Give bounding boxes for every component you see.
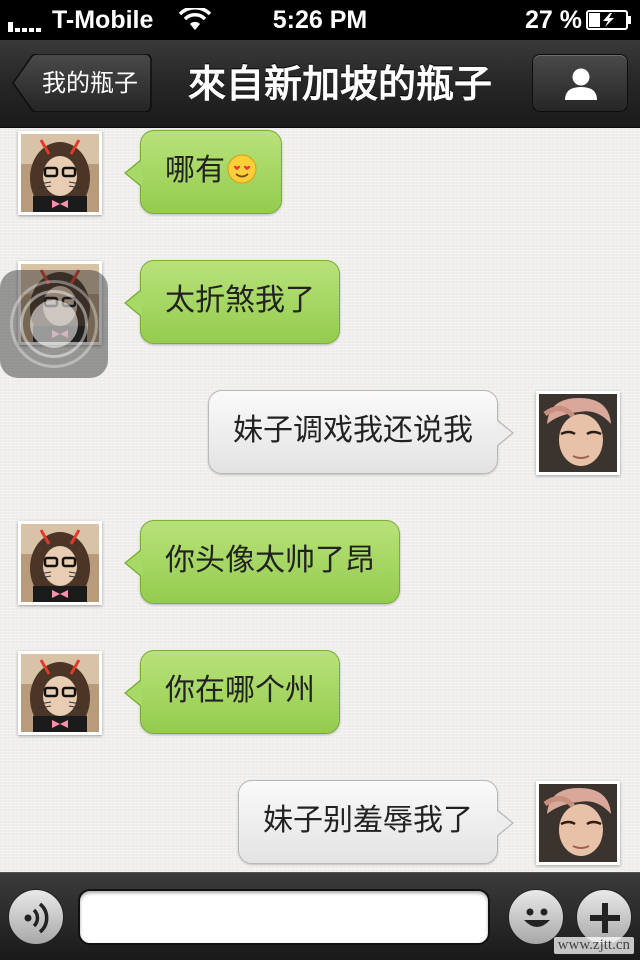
message-input-bar: www.zjtt.cn [0, 872, 640, 960]
message-text-input[interactable] [78, 889, 490, 945]
battery-charging-icon [586, 10, 631, 30]
my-avatar[interactable] [536, 391, 620, 475]
contact-avatar[interactable] [18, 131, 102, 215]
message-bubble-outgoing[interactable]: 妹子调戏我还说我 [208, 390, 514, 474]
voice-button[interactable] [8, 889, 64, 945]
voice-icon [24, 902, 49, 934]
contact-avatar-image [21, 654, 99, 732]
person-icon [565, 68, 597, 100]
back-button[interactable]: 我的瓶子 [12, 54, 152, 112]
profile-button[interactable] [532, 54, 628, 112]
my-avatar-image [539, 784, 617, 862]
my-avatar-image [539, 394, 617, 472]
battery-percentage: 27 % [525, 6, 582, 34]
navigation-bar: 我的瓶子 來自新加坡的瓶子 [0, 40, 640, 128]
message-bubble-incoming[interactable]: 哪有 [124, 130, 282, 214]
message-text: 哪有 [165, 153, 225, 188]
message-text: 你在哪个州 [165, 673, 315, 708]
contact-avatar[interactable] [18, 521, 102, 605]
contact-avatar[interactable] [18, 651, 102, 735]
message-text: 妹子别羞辱我了 [263, 803, 473, 838]
message-text: 妹子调戏我还说我 [233, 413, 473, 448]
assistive-touch-button[interactable] [0, 270, 108, 378]
message-text: 你头像太帅了昂 [165, 543, 375, 578]
back-button-label: 我的瓶子 [42, 69, 138, 97]
chat-message-list[interactable]: 哪有 太折煞我了 妹子调戏我还说我 你头像太帅了昂 你在哪个州 妹子别羞辱我了 [0, 128, 640, 872]
heart-eyes-emoji-icon [227, 154, 257, 183]
message-bubble-incoming[interactable]: 太折煞我了 [124, 260, 340, 344]
message-bubble-incoming[interactable]: 你在哪个州 [124, 650, 340, 734]
page-title: 來自新加坡的瓶子 [187, 62, 492, 106]
contact-avatar-image [21, 134, 99, 212]
message-bubble-incoming[interactable]: 你头像太帅了昂 [124, 520, 400, 604]
my-avatar[interactable] [536, 781, 620, 865]
status-bar: T-Mobile 5:26 PM 27 % [0, 0, 640, 40]
message-text: 太折煞我了 [165, 283, 315, 318]
contact-avatar-image [21, 524, 99, 602]
watermark: www.zjtt.cn [553, 937, 634, 954]
message-bubble-outgoing[interactable]: 妹子别羞辱我了 [238, 780, 514, 864]
